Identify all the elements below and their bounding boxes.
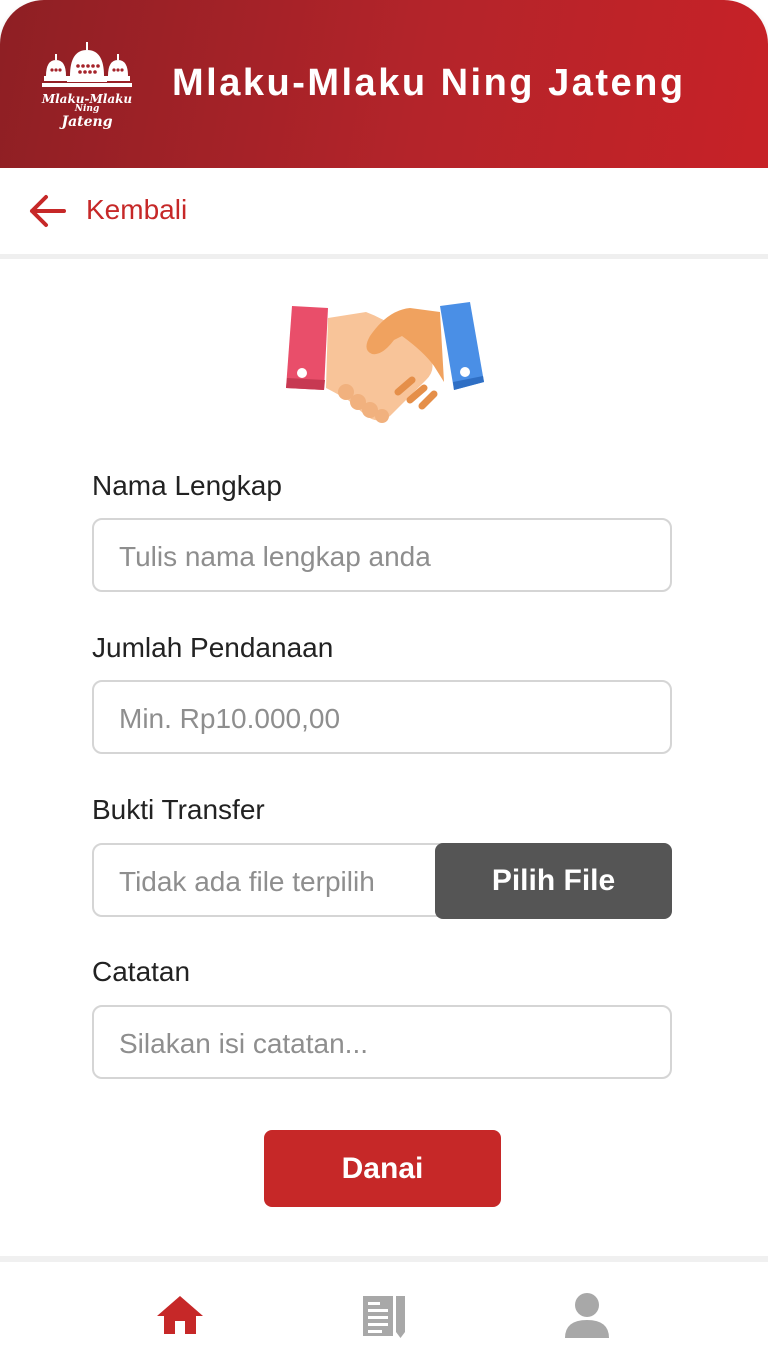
name-placeholder: Tulis nama lengkap anda bbox=[119, 541, 431, 572]
nav-home[interactable] bbox=[155, 1290, 205, 1340]
choose-file-button[interactable]: Pilih File bbox=[435, 843, 672, 919]
nav-news[interactable] bbox=[359, 1290, 409, 1340]
file-status: Tidak ada file terpilih bbox=[119, 866, 375, 897]
fund-button[interactable]: Danai bbox=[264, 1130, 501, 1207]
news-icon bbox=[363, 1296, 405, 1338]
profile-icon bbox=[565, 1293, 609, 1338]
temple-logo-icon: Mlaku-Mlaku Ning Jateng bbox=[40, 42, 134, 134]
back-button[interactable]: Kembali bbox=[0, 168, 768, 259]
proof-label: Bukti Transfer bbox=[92, 794, 265, 825]
bottom-nav bbox=[0, 1256, 768, 1365]
home-icon bbox=[157, 1296, 203, 1334]
logo-text-line-2: Ning bbox=[74, 104, 100, 114]
app-title: Mlaku-Mlaku Ning Jateng bbox=[172, 62, 686, 104]
file-input[interactable]: Tidak ada file terpilih Pilih File bbox=[92, 843, 672, 919]
name-input[interactable]: Tulis nama lengkap anda bbox=[92, 518, 672, 592]
name-label: Nama Lengkap bbox=[92, 470, 282, 501]
amount-placeholder: Min. Rp10.000,00 bbox=[119, 703, 341, 734]
amount-label: Jumlah Pendanaan bbox=[92, 632, 334, 663]
handshake-icon bbox=[286, 302, 484, 423]
logo-text-line-3: Jateng bbox=[61, 114, 113, 130]
app-header: Mlaku-Mlaku Ning Jateng Mlaku-Mlaku Ning… bbox=[0, 0, 768, 168]
amount-input[interactable]: Min. Rp10.000,00 bbox=[92, 680, 672, 754]
notes-input[interactable]: Silakan isi catatan... bbox=[92, 1005, 672, 1079]
back-label: Kembali bbox=[86, 194, 188, 225]
nav-profile[interactable] bbox=[562, 1290, 612, 1340]
notes-label: Catatan bbox=[92, 956, 191, 987]
notes-placeholder: Silakan isi catatan... bbox=[119, 1028, 369, 1059]
arrow-left-icon bbox=[30, 195, 66, 227]
